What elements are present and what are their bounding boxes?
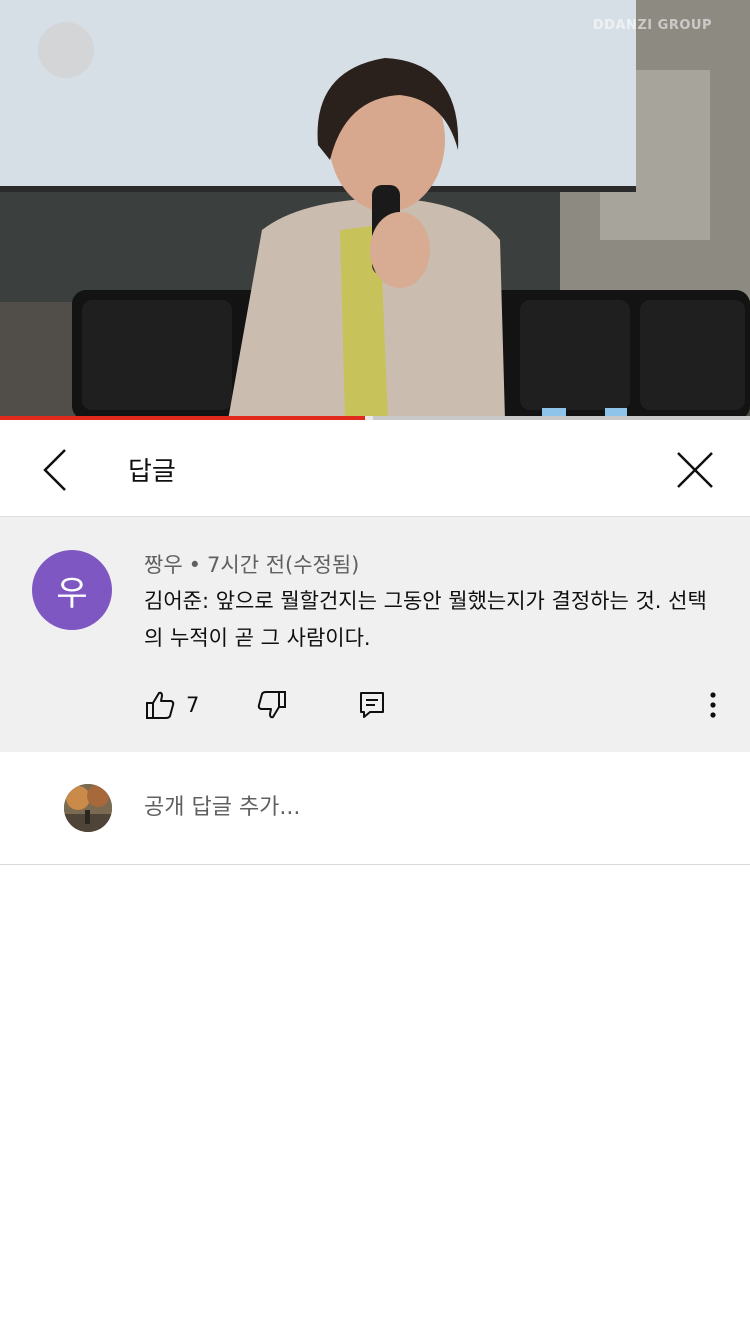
close-button[interactable] (670, 445, 720, 495)
progress-buffered (365, 416, 373, 420)
more-vertical-icon (710, 692, 716, 718)
meta-separator: • (188, 553, 202, 577)
comment-actions: 7 (144, 685, 734, 725)
user-avatar-image (64, 784, 112, 832)
comment-text: 김어준: 앞으로 뭘할건지는 그동안 뭘했는지가 결정하는 것. 선택의 누적이… (144, 589, 707, 650)
like-count: 7 (186, 693, 200, 717)
thumbs-down-icon (257, 691, 286, 719)
dislike-button[interactable] (256, 685, 288, 725)
page-title: 답글 (128, 457, 176, 487)
replies-header: 답글 (0, 421, 750, 517)
video-watermark: DDANZI GROUP (592, 18, 712, 33)
reply-comment-icon (360, 692, 384, 718)
user-avatar[interactable] (64, 784, 112, 832)
comment-meta: 짱우 • 7시간 전(수정됨) (144, 549, 359, 579)
reply-button[interactable] (358, 685, 386, 725)
back-button[interactable] (30, 445, 80, 495)
comment-author[interactable]: 짱우 (144, 553, 183, 577)
thumbs-up-icon (146, 691, 175, 719)
chevron-left-icon (43, 449, 66, 491)
parent-comment: 우 짱우 • 7시간 전(수정됨) 김어준: 앞으로 뭘할건지는 그동안 뭘했는지가… (0, 517, 750, 752)
video-frame (0, 0, 750, 420)
reply-input[interactable]: 공개 답글 추가... (144, 788, 704, 828)
close-icon (677, 452, 713, 488)
progress-played (0, 416, 366, 420)
video-player[interactable]: DDANZI GROUP (0, 0, 750, 420)
more-options-button[interactable] (698, 685, 728, 725)
add-reply-row: 공개 답글 추가... (0, 752, 750, 865)
video-progress-bar[interactable] (0, 416, 750, 420)
channel-logo (38, 22, 94, 78)
comment-time: 7시간 전(수정됨) (207, 553, 360, 577)
avatar[interactable]: 우 (32, 550, 112, 630)
like-button[interactable]: 7 (144, 685, 199, 725)
